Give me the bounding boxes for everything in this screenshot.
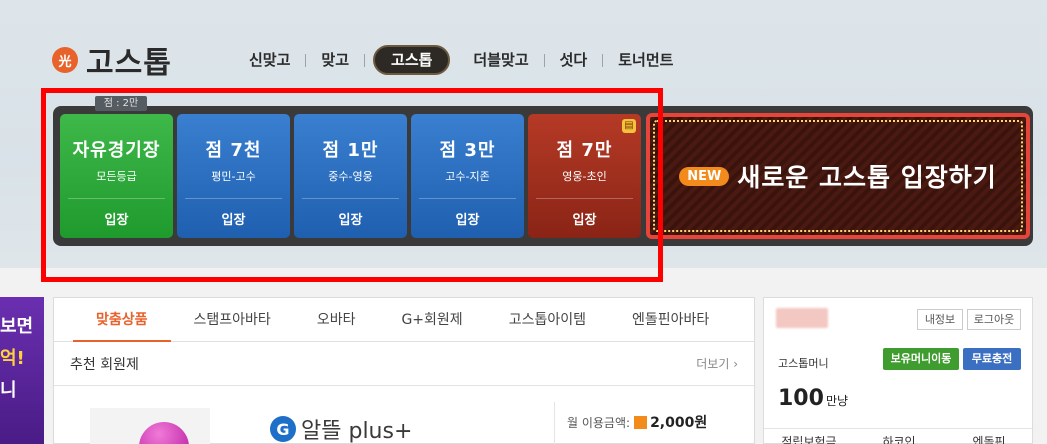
- hacoin-link[interactable]: 하코인: [854, 429, 944, 444]
- shop-tabs: 맞춤상품 스탬프아바타 오바타 G+회원제 고스톱아이템 엔돌핀아바타: [54, 298, 754, 342]
- nav-seotda[interactable]: 섯다: [545, 45, 603, 75]
- logo-mark-icon: 光: [52, 47, 78, 73]
- tab-endorphin-avatar[interactable]: 엔돌핀아바타: [609, 298, 732, 342]
- new-entry-label: 새로운 고스톱 입장하기: [737, 163, 997, 192]
- money-unit: 만냥: [825, 394, 849, 408]
- user-name-blurred: [776, 308, 828, 328]
- g-logo-icon: G: [270, 416, 296, 442]
- money-amount: 100 만냥: [778, 386, 848, 411]
- nav-tournament[interactable]: 토너먼트: [603, 45, 688, 75]
- nav-gostop[interactable]: 고스톱: [373, 45, 451, 75]
- money-label: 고스톱머니: [778, 357, 829, 370]
- tab-custom-products[interactable]: 맞춤상품: [73, 298, 171, 342]
- section-title: 추천 회원제: [70, 356, 139, 373]
- banner-text: 보면: [0, 316, 34, 337]
- shop-panel: 맞춤상품 스탬프아바타 오바타 G+회원제 고스톱아이템 엔돌핀아바타 추천 회…: [53, 297, 755, 444]
- more-link[interactable]: 더보기 ›: [696, 355, 738, 372]
- new-badge: NEW: [679, 166, 730, 186]
- logo[interactable]: 光 고스톱: [52, 38, 172, 82]
- nav-separator: [364, 53, 366, 67]
- nav-matgo[interactable]: 맞고: [306, 45, 364, 75]
- coin-icon: [634, 416, 648, 429]
- tab-obata[interactable]: 오바타: [294, 298, 379, 342]
- side-promo-banner[interactable]: 보면 억! 니: [0, 297, 44, 444]
- insurance-link[interactable]: 적립보험금: [764, 429, 854, 444]
- game-nav: 신맞고 맞고 고스톱 더블맞고 섯다 토너먼트: [234, 45, 688, 75]
- logout-button[interactable]: 로그아웃: [967, 309, 1021, 330]
- tab-gplus-membership[interactable]: G+회원제: [378, 298, 485, 342]
- endorphin-link[interactable]: 엔돌핀: [944, 429, 1034, 444]
- price-value: 2,000원: [650, 415, 708, 431]
- nav-double-matgo[interactable]: 더블맞고: [458, 45, 543, 75]
- transfer-money-button[interactable]: 보유머니이동: [883, 348, 959, 370]
- money-value: 100: [778, 386, 824, 411]
- section-header: 추천 회원제 더보기 ›: [54, 342, 754, 386]
- free-charge-button[interactable]: 무료충전: [963, 348, 1021, 370]
- tab-stamp-avatar[interactable]: 스탬프아바타: [171, 298, 294, 342]
- new-gostop-entry-button[interactable]: NEW 새로운 고스톱 입장하기: [646, 113, 1030, 239]
- logo-text: 고스톱: [86, 46, 172, 81]
- my-info-button[interactable]: 내정보: [917, 309, 963, 330]
- price-label: 월 이용금액:: [567, 416, 631, 430]
- product-logo[interactable]: G 알뜰 plus+: [270, 413, 412, 444]
- highlight-box: [41, 88, 663, 282]
- price-area: 월 이용금액: 2,000원: [554, 402, 707, 444]
- banner-text: 니: [0, 380, 17, 401]
- user-footer: 적립보험금 하코인 엔돌핀: [764, 428, 1034, 444]
- user-info-box: 내정보 로그아웃 고스톱머니 보유머니이동 무료충전 100 만냥 적립보험금 하…: [763, 297, 1034, 444]
- tab-gostop-items[interactable]: 고스톱아이템: [486, 298, 609, 342]
- banner-text: 억!: [0, 348, 25, 369]
- product-name: 알뜰 plus+: [301, 419, 413, 444]
- nav-sinmatgo[interactable]: 신맞고: [234, 45, 305, 75]
